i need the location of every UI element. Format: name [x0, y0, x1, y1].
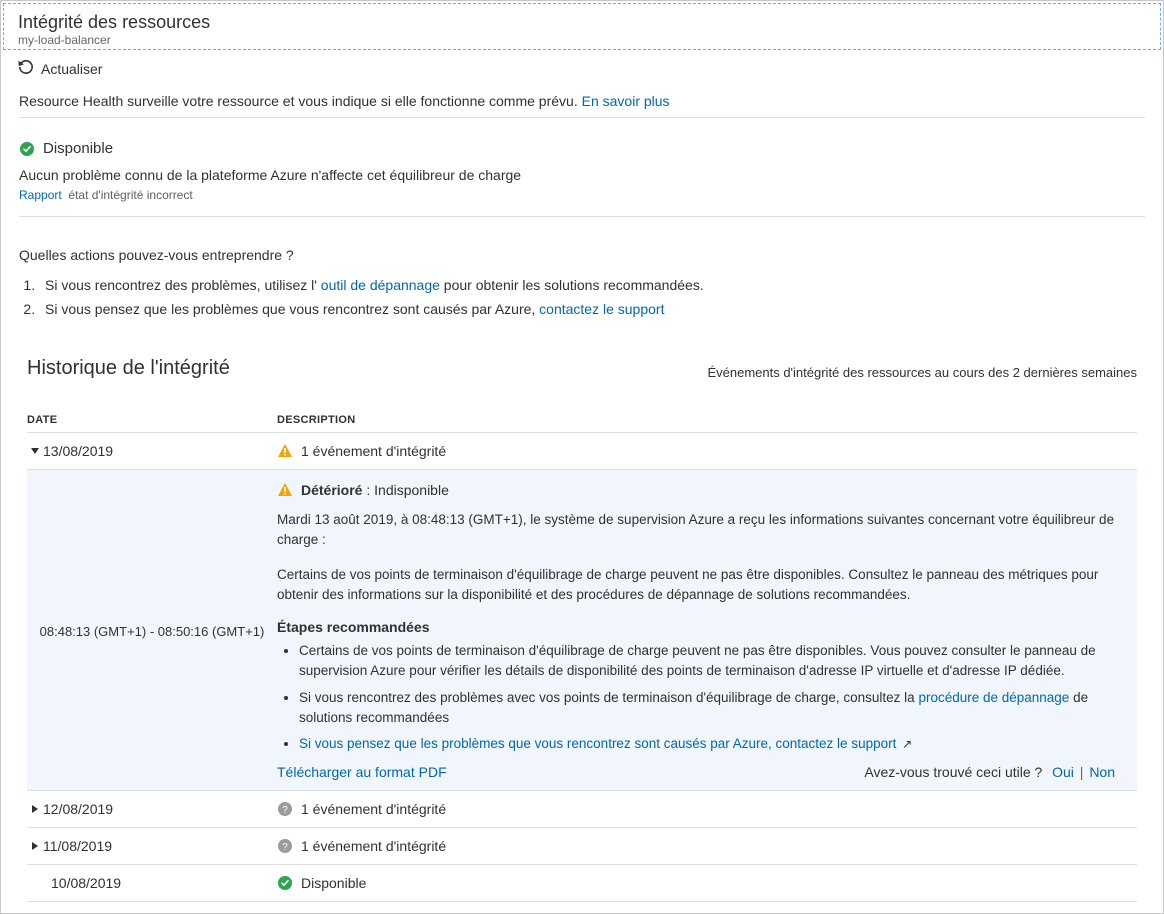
step-item: Si vous rencontrez des problèmes avec vo… [299, 688, 1117, 729]
feedback-no[interactable]: Non [1089, 764, 1115, 780]
page-title: Intégrité des ressources [18, 12, 1146, 33]
actions-title: Quelles actions pouvez-vous entreprendre… [19, 247, 1145, 263]
download-pdf-link[interactable]: Télécharger au format PDF [277, 764, 447, 780]
refresh-icon [17, 58, 35, 79]
desc-cell: 1 événement d'intégrité [301, 801, 446, 817]
description-static: Resource Health surveille votre ressourc… [19, 93, 582, 109]
action-text: pour obtenir les solutions recommandées. [444, 277, 704, 293]
detail-status-tail: : Indisponible [362, 482, 448, 498]
status-label: Disponible [43, 140, 113, 157]
question-circle-icon: ? [277, 838, 293, 854]
chevron-down-icon [31, 448, 39, 454]
troubleshoot-procedure-link[interactable]: procédure de dépannage [918, 690, 1069, 705]
external-link-icon: ↗ [902, 737, 912, 751]
detail-paragraph: Certains de vos points de terminaison d'… [277, 565, 1117, 606]
history-title: Historique de l'intégrité [27, 357, 230, 380]
table-row[interactable]: 10/08/2019 Disponible [27, 865, 1137, 902]
action-item: Si vous rencontrez des problèmes, utilis… [39, 277, 1145, 293]
check-circle-icon [19, 141, 35, 157]
refresh-label: Actualiser [41, 61, 102, 77]
warning-icon [277, 482, 293, 498]
table-row[interactable]: 12/08/2019 ? 1 événement d'intégrité [27, 791, 1137, 828]
incorrect-report-text: état d'intégrité incorrect [68, 188, 192, 202]
page-header: Intégrité des ressources my-load-balance… [3, 3, 1161, 50]
feedback-prompt: Avez-vous trouvé ceci utile ? Oui | Non [864, 764, 1117, 780]
actions-block: Quelles actions pouvez-vous entreprendre… [19, 247, 1145, 317]
contact-support-link[interactable]: Si vous pensez que les problèmes que vou… [299, 736, 896, 751]
useful-text: Avez-vous trouvé ceci utile ? [864, 764, 1042, 780]
step-item: Si vous pensez que les problèmes que vou… [299, 734, 1117, 754]
date-cell: 11/08/2019 [43, 838, 112, 854]
status-message: Aucun problème connu de la plateforme Az… [19, 167, 1145, 183]
status-block: Disponible Aucun problème connu de la pl… [19, 140, 1145, 217]
desc-cell: 1 événement d'intégrité [301, 443, 446, 459]
step-text: Si vous rencontrez des problèmes avec vo… [299, 690, 918, 705]
history-subtitle: Événements d'intégrité des ressources au… [707, 365, 1137, 380]
table-row[interactable]: 09/08/2019 ? 1 événement d'intégrité [27, 902, 1137, 914]
incorrect-report-link[interactable]: Rapport [19, 188, 62, 202]
action-text: Si vous pensez que les problèmes que vou… [45, 301, 539, 317]
desc-cell: Disponible [301, 875, 366, 891]
warning-icon [277, 443, 293, 459]
event-detail: 08:48:13 (GMT+1) - 08:50:16 (GMT+1) Dété… [27, 470, 1137, 791]
learn-more-link[interactable]: En savoir plus [582, 93, 670, 109]
history-table: DATE DESCRIPTION 13/08/2019 1 événement … [19, 408, 1145, 914]
chevron-right-icon [32, 842, 38, 850]
feedback-yes[interactable]: Oui [1052, 764, 1074, 780]
svg-text:?: ? [282, 805, 288, 816]
step-item: Certains de vos points de terminaison d'… [299, 641, 1117, 682]
svg-text:?: ? [282, 842, 288, 853]
contact-support-link[interactable]: contactez le support [539, 301, 664, 317]
col-description: DESCRIPTION [277, 414, 1137, 426]
breadcrumb: my-load-balancer [18, 33, 1146, 47]
desc-cell: 1 événement d'intégrité [301, 838, 446, 854]
table-row[interactable]: 13/08/2019 1 événement d'intégrité [27, 433, 1137, 470]
date-cell: 12/08/2019 [43, 801, 113, 817]
date-cell: 13/08/2019 [43, 443, 113, 459]
time-range: 08:48:13 (GMT+1) - 08:50:16 (GMT+1) [27, 482, 277, 780]
refresh-button[interactable]: Actualiser [1, 52, 1163, 89]
check-circle-icon [277, 875, 293, 891]
col-date: DATE [27, 414, 277, 426]
question-circle-icon: ? [277, 801, 293, 817]
detail-status-bold: Détérioré [301, 482, 362, 498]
troubleshoot-link[interactable]: outil de dépannage [321, 277, 440, 293]
steps-title: Étapes recommandées [277, 619, 1117, 635]
separator: | [1080, 764, 1088, 780]
table-row[interactable]: 11/08/2019 ? 1 événement d'intégrité [27, 828, 1137, 865]
detail-paragraph: Mardi 13 août 2019, à 08:48:13 (GMT+1), … [277, 510, 1117, 551]
step-text: Certains de vos points de terminaison d'… [299, 643, 1096, 678]
date-cell: 10/08/2019 [51, 875, 121, 891]
action-item: Si vous pensez que les problèmes que vou… [39, 301, 1145, 317]
chevron-right-icon [32, 805, 38, 813]
action-text: Si vous rencontrez des problèmes, utilis… [45, 277, 321, 293]
description-text: Resource Health surveille votre ressourc… [19, 89, 1145, 118]
